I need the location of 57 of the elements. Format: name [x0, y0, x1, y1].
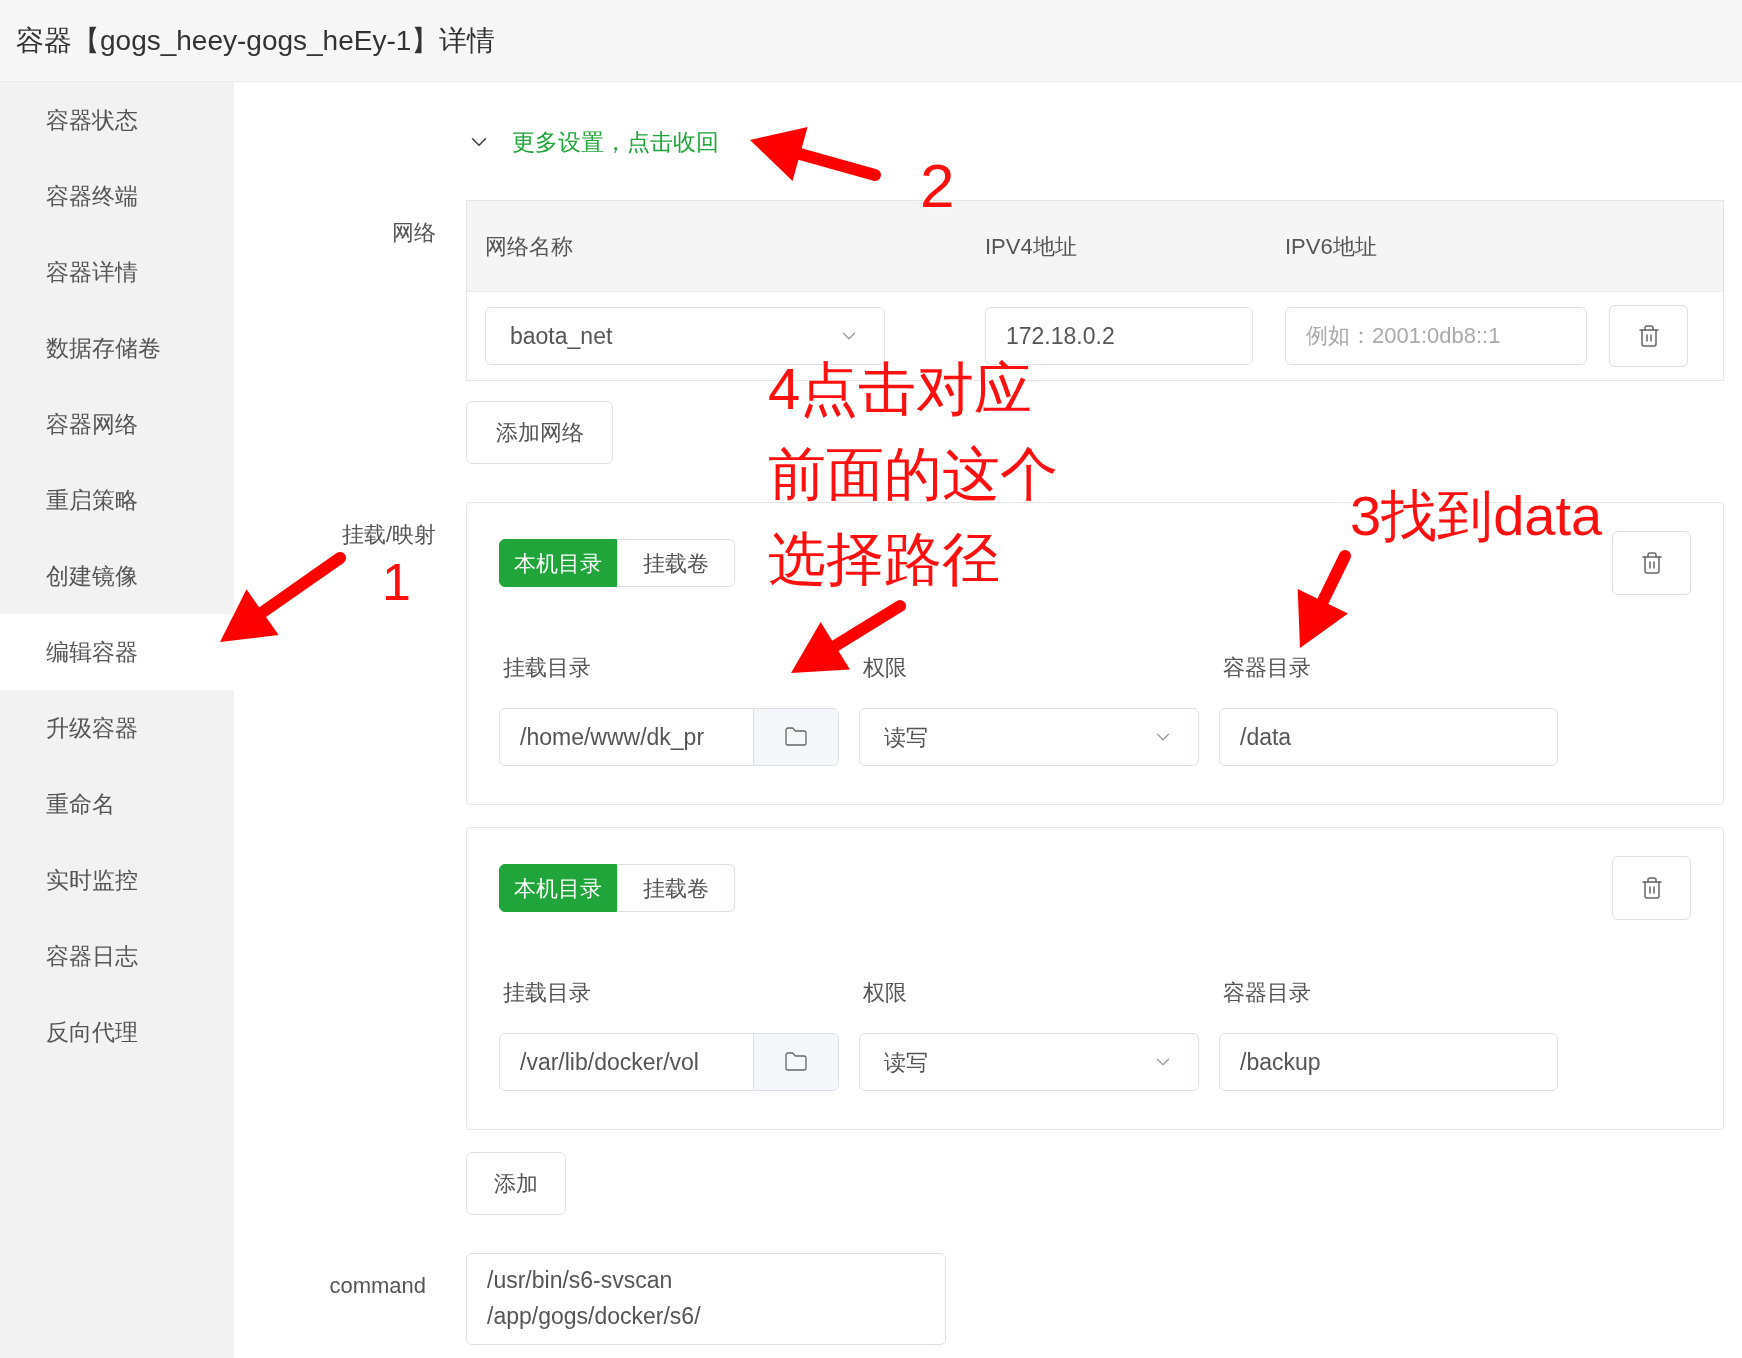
browse-button[interactable] [753, 709, 838, 765]
field-label: 权限 [862, 979, 908, 1007]
tab[interactable]: 挂载卷 [617, 539, 735, 587]
annotation-text: 3找到data [1350, 488, 1603, 544]
field-label: 容器目录 [1222, 979, 1312, 1007]
annotation-text: 2 [920, 155, 955, 217]
delete-button[interactable] [1612, 856, 1691, 920]
column-header: IPV4地址 [985, 232, 1078, 261]
container-dir-field[interactable]: /data [1219, 708, 1558, 766]
field-label: 挂载/映射 [341, 522, 436, 547]
path-field[interactable]: /home/www/dk_pr [499, 708, 839, 766]
command-line: /usr/bin/s6-svscan [487, 1266, 673, 1295]
annotation-text: 前面的这个 [768, 445, 1058, 508]
column-header: IPV6地址 [1285, 232, 1378, 261]
sidebar-item[interactable]: 反向代理 [0, 994, 234, 1070]
column-header: 网络名称 [484, 232, 574, 261]
browse-button[interactable] [753, 1034, 838, 1090]
sidebar-item[interactable]: 容器终端 [0, 158, 234, 234]
delete-button[interactable] [1609, 305, 1688, 367]
trash-icon [1639, 551, 1664, 575]
command-field[interactable]: /usr/bin/s6-svscan /app/gogs/docker/s6/ [466, 1253, 946, 1345]
trash-icon [1639, 876, 1664, 900]
tab[interactable]: 挂载卷 [617, 864, 735, 912]
permission-select[interactable]: 读写 [859, 708, 1199, 766]
field-label: 挂载目录 [502, 979, 592, 1007]
sidebar-item[interactable]: 容器网络 [0, 386, 234, 462]
container-dir-field[interactable]: /backup [1219, 1033, 1558, 1091]
field-label: command [329, 1273, 426, 1298]
sidebar-item[interactable]: 实时监控 [0, 842, 234, 918]
path-field[interactable]: /var/lib/docker/vol [499, 1033, 839, 1091]
sidebar-item[interactable]: 升级容器 [0, 690, 234, 766]
annotation-text: 1 [382, 556, 411, 608]
sidebar-item[interactable]: 容器日志 [0, 918, 234, 994]
sidebar-item[interactable]: 数据存储卷 [0, 310, 234, 386]
folder-icon [784, 725, 808, 749]
sidebar-item[interactable]: 容器状态 [0, 82, 234, 158]
path-value: /home/www/dk_pr [519, 722, 706, 752]
sidebar-item[interactable]: 重命名 [0, 766, 234, 842]
field-label: 挂载目录 [502, 654, 592, 682]
field-label: 权限 [862, 654, 908, 682]
annotation-text: 选择路径 [768, 530, 1000, 593]
sidebar-item[interactable]: 重启策略 [0, 462, 234, 538]
sidebar-item[interactable]: 容器详情 [0, 234, 234, 310]
command-line: /app/gogs/docker/s6/ [487, 1302, 701, 1331]
field-label: 容器目录 [1222, 654, 1312, 682]
add-network-button[interactable]: 添加网络 [466, 401, 613, 464]
path-value: /var/lib/docker/vol [519, 1047, 700, 1077]
field-label: 网络 [392, 220, 436, 245]
sidebar-item[interactable]: 创建镜像 [0, 538, 234, 614]
sidebar-item[interactable]: 编辑容器 [0, 614, 234, 690]
add-button[interactable]: 添加 [466, 1152, 566, 1215]
window-title: 容器【gogs_heey-gogs_heEy-1】详情 [16, 23, 496, 58]
trash-icon [1636, 324, 1661, 348]
ipv6-field[interactable]: 例如：2001:0db8::1 [1285, 307, 1587, 365]
permission-select[interactable]: 读写 [859, 1033, 1199, 1091]
folder-icon [784, 1050, 808, 1074]
delete-button[interactable] [1612, 531, 1691, 595]
